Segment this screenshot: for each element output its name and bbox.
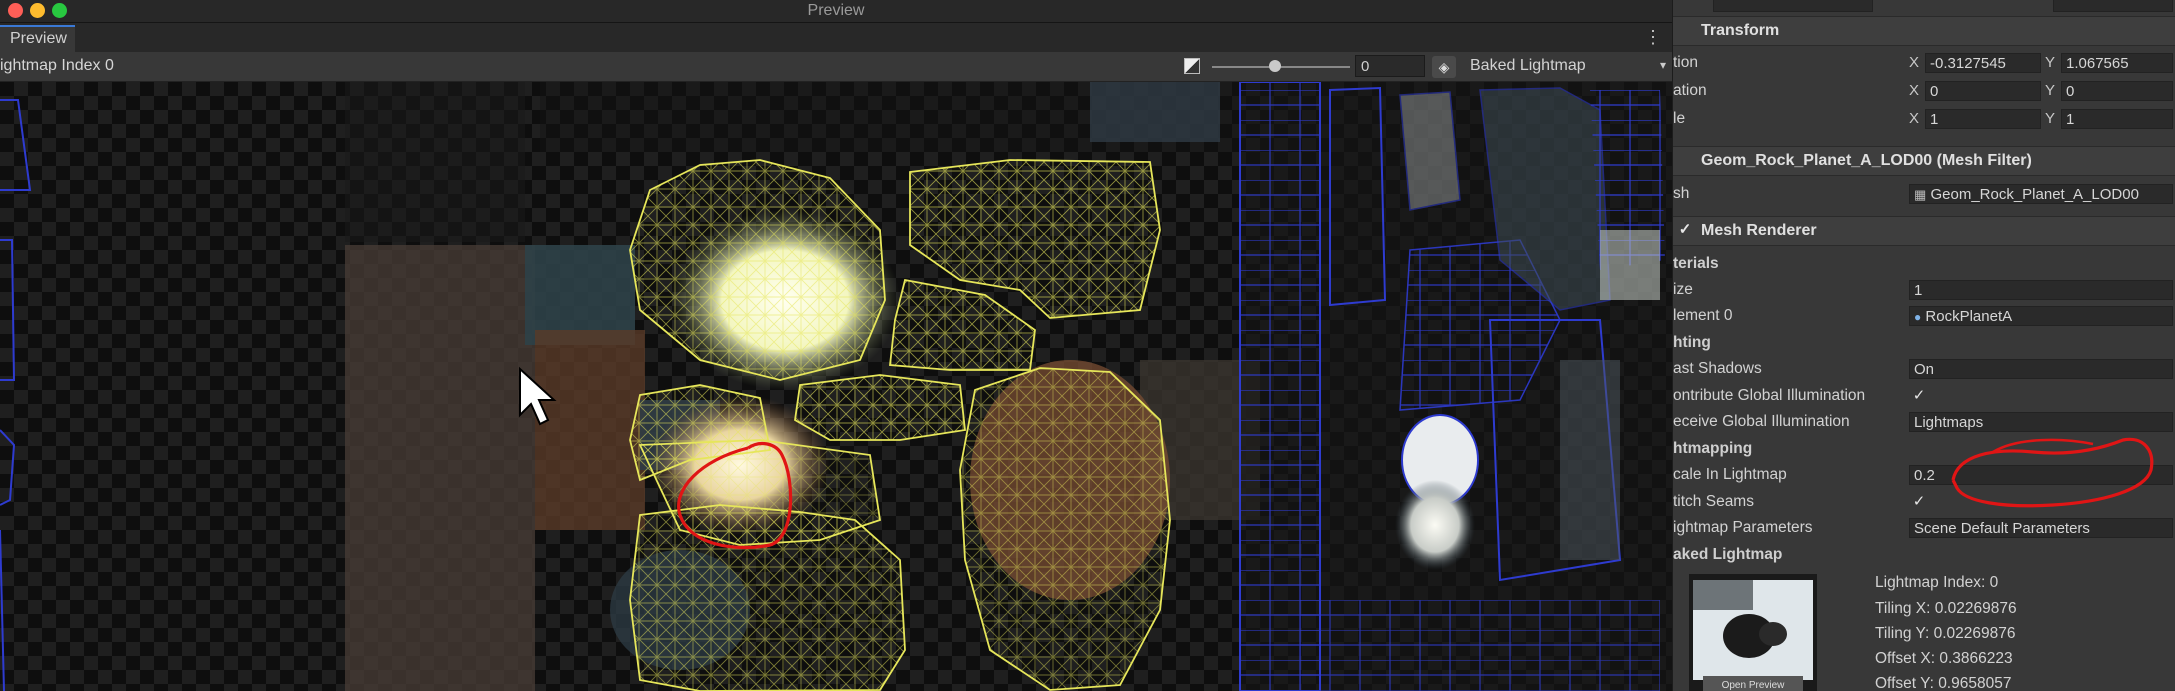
tab-preview[interactable]: Preview xyxy=(0,25,75,52)
layers-icon[interactable]: ◈ xyxy=(1432,56,1456,78)
chevron-down-icon: ▾ xyxy=(1659,58,1666,72)
more-options-icon[interactable]: ⋮ xyxy=(1644,27,1662,48)
exposure-slider-thumb[interactable] xyxy=(1269,60,1282,72)
uv-islands-yellow xyxy=(629,159,1171,691)
exposure-input[interactable]: 0 xyxy=(1355,55,1425,77)
inspector-panel: Transform tion X -0.3127545 Y 1.067565 a… xyxy=(1672,0,2175,691)
uv-outline-left xyxy=(0,99,32,691)
lightmap-region-brown xyxy=(345,245,535,691)
exposure-icon[interactable] xyxy=(1184,58,1200,74)
lightmap-canvas xyxy=(0,82,1672,691)
preview-toolbar: ightmap Index 0 0 ◈ Baked Lightmap ▾ xyxy=(0,52,1672,82)
tab-preview-label: Preview xyxy=(10,30,67,47)
lightmap-mode-label: Baked Lightmap xyxy=(1470,57,1586,74)
exposure-slider[interactable] xyxy=(1212,66,1350,68)
window-title: Preview xyxy=(807,2,865,19)
uv-islands-blue xyxy=(1239,82,1672,691)
annotation-circle-inspector xyxy=(1951,437,2154,508)
annotation-layer xyxy=(1951,437,2154,508)
lightmap-mode-dropdown[interactable]: Baked Lightmap ▾ xyxy=(1462,55,1672,78)
tab-bar: Preview ⋮ xyxy=(0,23,1672,52)
window-titlebar: Preview xyxy=(0,0,1672,23)
lightmap-index-label: ightmap Index 0 xyxy=(0,57,114,74)
lightmap-preview-viewport[interactable] xyxy=(0,82,1672,691)
